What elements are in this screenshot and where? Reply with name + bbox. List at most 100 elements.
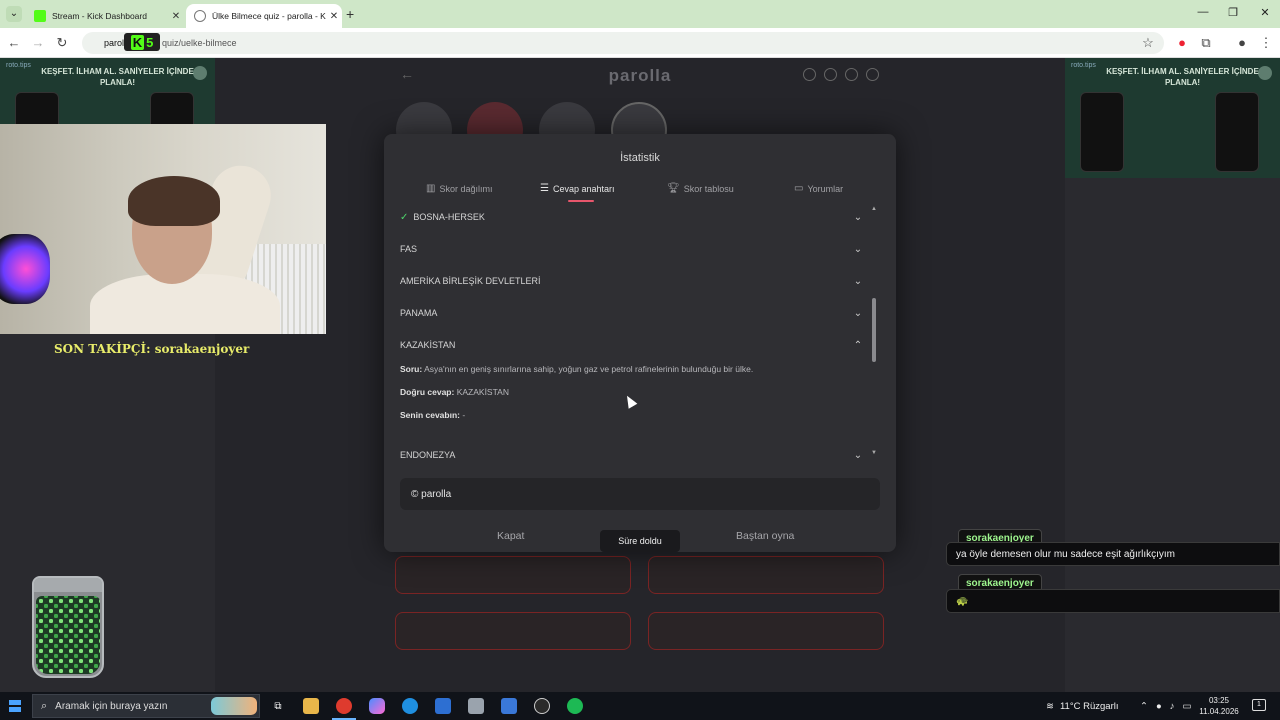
chrome-icon[interactable] bbox=[332, 698, 356, 720]
ad-close-icon[interactable] bbox=[1258, 66, 1272, 80]
ad-brand: roto.tips bbox=[1071, 62, 1096, 69]
taskbar-clock[interactable]: 03:25 11.04.2026 bbox=[1196, 695, 1242, 717]
chevron-down-icon[interactable]: ⌄ bbox=[852, 212, 864, 223]
answer-option[interactable] bbox=[648, 612, 884, 650]
store-icon[interactable] bbox=[501, 698, 517, 714]
bar-chart-icon: ▥ bbox=[426, 183, 436, 194]
answer-option[interactable] bbox=[395, 556, 631, 594]
edge-icon[interactable] bbox=[402, 698, 418, 714]
trophy-icon: 🏆︎ bbox=[667, 183, 680, 194]
user-icon[interactable] bbox=[866, 68, 879, 81]
weather-text: 11°C Rüzgarlı bbox=[1059, 700, 1119, 712]
chevron-down-icon[interactable]: ⌄ bbox=[852, 308, 864, 319]
site-logo[interactable]: parolla bbox=[215, 66, 1065, 86]
copilot-icon[interactable] bbox=[369, 698, 385, 714]
chevron-down-icon[interactable]: ⌄ bbox=[852, 450, 864, 461]
stats-icon[interactable] bbox=[824, 68, 837, 81]
time-up-toast: Süre doldu bbox=[600, 530, 680, 552]
close-window-button[interactable]: ✕ bbox=[1250, 6, 1280, 19]
rgb-microphone bbox=[0, 234, 50, 304]
forward-icon[interactable]: → bbox=[30, 35, 46, 50]
streamer-body bbox=[90, 274, 280, 334]
tab-label: Skor tablosu bbox=[683, 183, 734, 194]
correct-answer-value: KAZAKİSTAN bbox=[456, 387, 509, 397]
comment-icon[interactable] bbox=[845, 68, 858, 81]
your-answer-detail: Senin cevabın: - bbox=[400, 410, 465, 420]
reload-icon[interactable]: ↻ bbox=[54, 35, 70, 51]
new-tab-button[interactable]: + bbox=[346, 6, 354, 22]
browser-tab-parolla[interactable]: Ülke Bilmece quiz - parolla - Ki ✕ bbox=[186, 4, 342, 28]
modal-title: İstatistik bbox=[620, 152, 660, 164]
answer-name: PANAMA bbox=[400, 308, 438, 318]
file-explorer-icon[interactable] bbox=[303, 698, 319, 714]
minimize-button[interactable]: — bbox=[1188, 6, 1218, 18]
scrollbar[interactable]: ▲ ▼ bbox=[871, 206, 877, 456]
tab-label: Yorumlar bbox=[807, 183, 844, 194]
close-tab-icon[interactable]: ✕ bbox=[326, 11, 342, 22]
tab-answer-key[interactable]: ☰ Cevap anahtarı bbox=[540, 183, 615, 194]
chat-message: 🐢 bbox=[946, 589, 1280, 613]
chevron-down-icon[interactable]: ⌄ bbox=[852, 244, 864, 255]
chevron-down-icon[interactable]: ⌄ bbox=[852, 276, 864, 287]
mail-icon[interactable] bbox=[435, 698, 451, 714]
chevron-up-icon[interactable]: ⌃ bbox=[1140, 701, 1148, 712]
windows-taskbar: ⌕ Aramak için buraya yazın ⧉ ≋ 11°C Rüzg… bbox=[0, 692, 1280, 720]
adblock-icon[interactable]: ● bbox=[1174, 35, 1190, 50]
kick-extension-badge[interactable]: K5 bbox=[124, 33, 160, 51]
ad-brand: roto.tips bbox=[6, 62, 31, 69]
info-icon[interactable] bbox=[803, 68, 816, 81]
search-icon: ⌕ bbox=[41, 699, 48, 712]
restore-button[interactable]: ❐ bbox=[1218, 6, 1248, 19]
clock-time: 03:25 bbox=[1208, 696, 1230, 705]
scrollbar-thumb[interactable] bbox=[872, 298, 876, 362]
answer-row[interactable]: PANAMA ⌄ bbox=[400, 302, 864, 324]
profile-avatar[interactable]: ● bbox=[1234, 35, 1250, 50]
answer-row[interactable]: ENDONEZYA ⌄ bbox=[400, 444, 864, 461]
answer-row[interactable]: AMERİKA BİRLEŞİK DEVLETLERİ ⌄ bbox=[400, 270, 864, 292]
tab-leaderboard[interactable]: 🏆︎ Skor tablosu bbox=[667, 183, 734, 194]
spotify-icon[interactable] bbox=[567, 698, 583, 714]
ad-banner-right[interactable]: roto.tips KEŞFET. İLHAM AL. SANİYELER İÇ… bbox=[1065, 58, 1280, 178]
back-icon[interactable]: ← bbox=[6, 35, 22, 50]
bookmark-star-icon[interactable]: ☆ bbox=[1140, 35, 1156, 51]
answer-row[interactable]: ✓ BOSNA-HERSEK ⌄ bbox=[400, 206, 864, 228]
scroll-down-icon[interactable]: ▼ bbox=[871, 450, 877, 456]
chat-message: ya öyle demesen olur mu sadece eşit ağır… bbox=[946, 542, 1280, 566]
tab-search-icon[interactable]: ⌄ bbox=[6, 6, 22, 22]
network-icon[interactable]: ▭ bbox=[1182, 701, 1191, 712]
answer-option[interactable] bbox=[395, 612, 631, 650]
close-tab-icon[interactable]: ✕ bbox=[168, 11, 184, 22]
goal-jar bbox=[32, 576, 104, 678]
answer-row[interactable]: FAS ⌄ bbox=[400, 238, 864, 260]
answer-option[interactable] bbox=[648, 556, 884, 594]
notification-icon[interactable]: 1 bbox=[1252, 699, 1266, 711]
menu-icon[interactable]: ⋮ bbox=[1258, 35, 1274, 51]
tab-score-distribution[interactable]: ▥ Skor dağılımı bbox=[426, 183, 492, 194]
close-button[interactable]: Kapat bbox=[497, 530, 524, 542]
correct-answer-detail: Doğru cevap: KAZAKİSTAN bbox=[400, 387, 509, 397]
app-icon[interactable] bbox=[468, 698, 484, 714]
tab-comments[interactable]: ▭ Yorumlar bbox=[794, 183, 843, 194]
task-view-icon[interactable]: ⧉ bbox=[270, 698, 286, 714]
obs-icon[interactable] bbox=[534, 698, 550, 714]
active-tab-indicator bbox=[568, 200, 594, 202]
answer-row-expanded[interactable]: KAZAKİSTAN ⌃ bbox=[400, 334, 864, 356]
scroll-up-icon[interactable]: ▲ bbox=[871, 206, 877, 212]
volume-icon[interactable]: ♪ bbox=[1170, 701, 1175, 712]
kick-k-icon: K bbox=[130, 34, 145, 50]
jar-contents bbox=[36, 596, 100, 674]
chevron-up-icon[interactable]: ⌃ bbox=[852, 340, 864, 351]
parolla-favicon-icon bbox=[194, 10, 206, 22]
address-bar[interactable]: parol quiz/uelke-bilmece bbox=[82, 32, 1164, 54]
weather-widget[interactable]: ≋ 11°C Rüzgarlı bbox=[1046, 692, 1119, 720]
url-path: quiz/uelke-bilmece bbox=[162, 38, 237, 48]
ad-close-icon[interactable] bbox=[193, 66, 207, 80]
restart-button[interactable]: Baştan oyna bbox=[736, 530, 794, 542]
windows-start-icon[interactable] bbox=[9, 700, 21, 712]
wind-icon: ≋ bbox=[1046, 700, 1054, 712]
browser-tab-kick[interactable]: Stream - Kick Dashboard ✕ bbox=[26, 4, 184, 28]
microphone-icon[interactable]: ● bbox=[1156, 701, 1162, 712]
taskbar-search[interactable]: ⌕ Aramak için buraya yazın bbox=[32, 694, 260, 718]
extensions-icon[interactable]: ⧉ bbox=[1198, 35, 1214, 51]
answer-name: BOSNA-HERSEK bbox=[413, 212, 485, 222]
